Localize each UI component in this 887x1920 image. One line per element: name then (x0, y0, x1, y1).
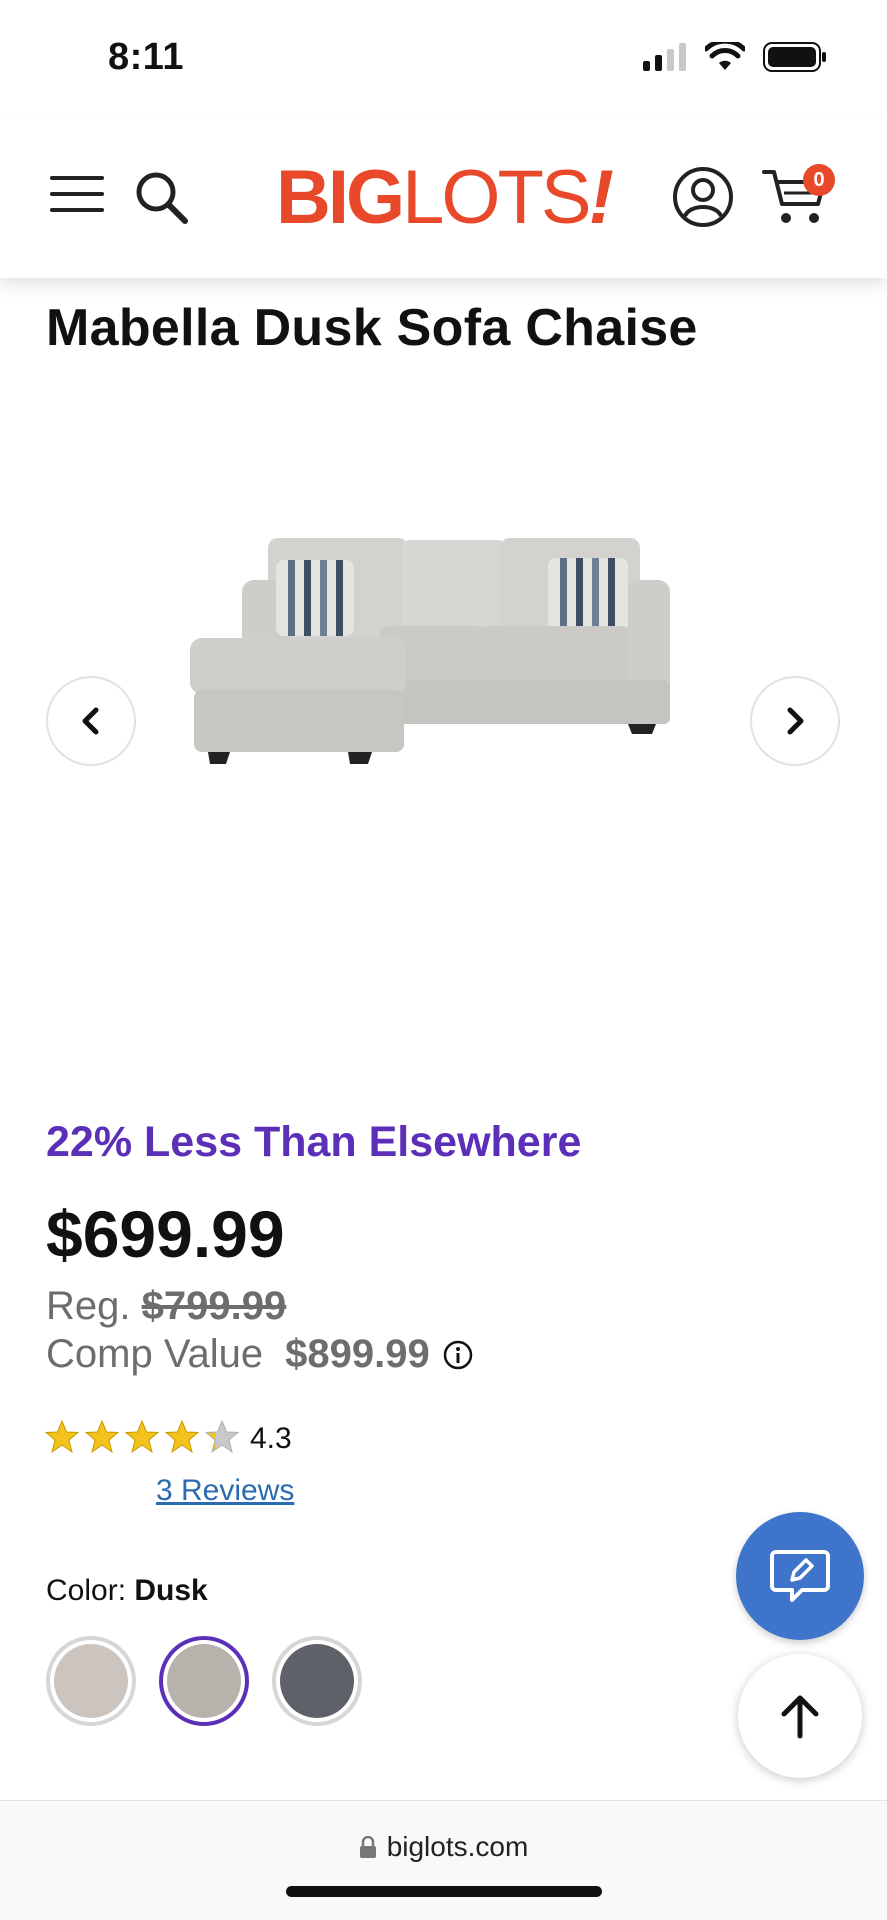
carousel-next-button[interactable] (750, 676, 840, 766)
search-icon (136, 172, 188, 224)
logo-big: BIG (276, 155, 405, 240)
info-icon[interactable] (442, 1339, 474, 1371)
regular-price-line: Reg. $799.99 (46, 1284, 286, 1329)
comp-value-price: $899.99 (285, 1332, 430, 1376)
account-icon (673, 167, 733, 227)
hamburger-icon (50, 176, 104, 212)
browser-address-bar[interactable]: biglots.com (0, 1800, 887, 1920)
star-full-icon (124, 1420, 160, 1454)
search-button[interactable] (134, 170, 188, 224)
rating-value: 4.3 (250, 1422, 292, 1455)
savings-text: 22% Less Than Elsewhere (46, 1118, 582, 1166)
comp-value-label: Comp Value (46, 1332, 264, 1376)
reviews-link[interactable]: 3 Reviews (156, 1474, 294, 1508)
url-display[interactable]: biglots.com (0, 1831, 887, 1863)
feedback-chat-button[interactable] (736, 1512, 864, 1640)
status-bar: 8:11 (0, 0, 887, 118)
star-partial-icon (204, 1420, 240, 1454)
color-swatch-dusk[interactable] (159, 1636, 249, 1726)
star-rating[interactable] (44, 1420, 240, 1454)
color-label-prefix: Color: (46, 1574, 127, 1607)
site-header: BIG LOTS ! 0 (0, 118, 887, 278)
status-icons (643, 42, 827, 72)
status-time: 8:11 (108, 36, 184, 78)
color-swatch-1[interactable] (46, 1636, 136, 1726)
chat-edit-icon (770, 1550, 830, 1602)
product-image[interactable] (180, 520, 680, 770)
swatch-fill (167, 1644, 241, 1718)
color-label: Color: Dusk (46, 1574, 208, 1608)
product-title: Mabella Dusk Sofa Chaise (46, 299, 698, 357)
pillow-right (548, 558, 628, 634)
battery-icon (763, 42, 826, 72)
color-swatch-3[interactable] (272, 1636, 362, 1726)
chevron-right-icon (787, 707, 804, 735)
sale-price: $699.99 (46, 1197, 285, 1271)
menu-button[interactable] (50, 174, 104, 214)
lock-icon (359, 1836, 376, 1858)
logo-bang: ! (588, 155, 614, 240)
chevron-left-icon (82, 707, 99, 735)
pillow-left (276, 560, 354, 636)
arrow-up-icon (781, 1695, 819, 1739)
swatch-fill (54, 1644, 128, 1718)
comp-value-line: Comp Value $899.99 (46, 1332, 474, 1377)
logo-lots: LOTS (402, 155, 591, 240)
color-value: Dusk (134, 1574, 208, 1607)
back-to-top-button[interactable] (738, 1654, 862, 1778)
star-full-icon (164, 1420, 200, 1454)
home-indicator (286, 1886, 602, 1897)
regular-price: $799.99 (141, 1284, 287, 1328)
cart-count-badge: 0 (803, 164, 835, 196)
url-text: biglots.com (386, 1831, 529, 1862)
star-full-icon (84, 1420, 120, 1454)
carousel-prev-button[interactable] (46, 676, 136, 766)
signal-icon (643, 43, 686, 71)
regular-price-label: Reg. (46, 1284, 131, 1328)
biglots-logo[interactable]: BIG LOTS ! (276, 154, 614, 240)
star-full-icon (44, 1420, 80, 1454)
wifi-icon (705, 42, 745, 70)
swatch-fill (280, 1644, 354, 1718)
account-button[interactable] (672, 166, 734, 228)
